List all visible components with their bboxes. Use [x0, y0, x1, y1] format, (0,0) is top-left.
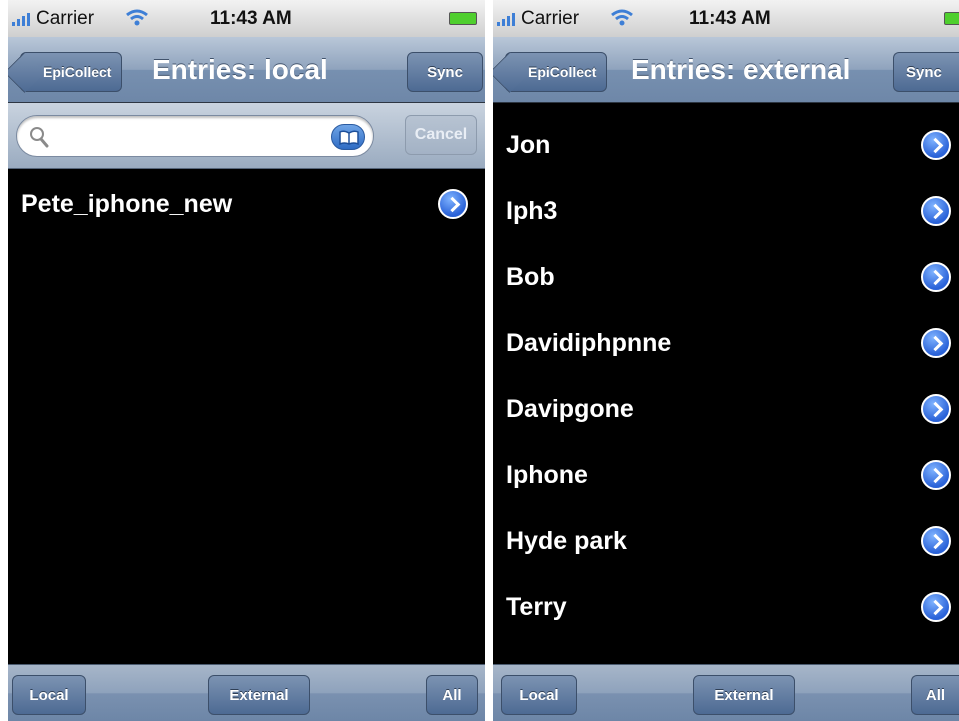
back-button-label: EpiCollect	[528, 64, 597, 80]
status-time: 11:43 AM	[210, 8, 292, 29]
disclosure-arrow-icon[interactable]	[921, 130, 951, 160]
list-item[interactable]: Davidiphpnne	[493, 310, 959, 376]
battery-icon	[944, 12, 959, 25]
battery-icon	[449, 12, 477, 25]
external-button[interactable]: External	[208, 675, 310, 715]
list-item[interactable]: Bob	[493, 244, 959, 310]
status-time: 11:43 AM	[689, 8, 771, 29]
disclosure-arrow-icon[interactable]	[921, 592, 951, 622]
screen-entries-local: Carrier 11:43 AM EpiCollect Entries: loc…	[8, 0, 485, 721]
disclosure-arrow-icon[interactable]	[921, 196, 951, 226]
cancel-button[interactable]: Cancel	[405, 115, 477, 155]
wifi-icon	[611, 9, 633, 26]
bottom-toolbar: Local External All	[8, 664, 485, 721]
carrier-name: Carrier	[36, 8, 95, 29]
search-bar: Cancel	[8, 103, 485, 169]
list-item-label: Davipgone	[506, 394, 634, 423]
list-item[interactable]: Iph3	[493, 178, 959, 244]
list-item[interactable]: Pete_iphone_new	[8, 171, 485, 237]
disclosure-arrow-icon[interactable]	[438, 189, 468, 219]
sync-button[interactable]: Sync	[407, 52, 483, 92]
screen-entries-external: Carrier 11:43 AM EpiCollect Entries: ext…	[493, 0, 959, 721]
search-input[interactable]	[55, 122, 325, 152]
disclosure-arrow-icon[interactable]	[921, 394, 951, 424]
back-button-epicollect[interactable]: EpiCollect	[505, 52, 608, 92]
entry-list: Pete_iphone_new	[8, 171, 485, 237]
back-button-epicollect[interactable]: EpiCollect	[20, 52, 123, 92]
external-button-label: External	[229, 686, 289, 704]
list-item[interactable]: Hyde park	[493, 508, 959, 574]
local-button[interactable]: Local	[501, 675, 577, 715]
sync-button-label: Sync	[427, 63, 463, 81]
list-item-label: Jon	[506, 130, 551, 159]
sync-button[interactable]: Sync	[893, 52, 959, 92]
sync-button-label: Sync	[906, 63, 942, 81]
search-icon	[30, 127, 49, 148]
entry-list: Jon Iph3 Bob Davidiphpnne Davipgone Ipho…	[493, 112, 959, 640]
list-item[interactable]: Iphone	[493, 442, 959, 508]
cancel-button-label: Cancel	[414, 126, 468, 143]
external-button[interactable]: External	[693, 675, 795, 715]
navigation-bar: EpiCollect Entries: local Sync	[8, 37, 485, 103]
list-item-label: Iph3	[506, 196, 558, 225]
page-title: Entries: external	[631, 54, 851, 85]
list-item-label: Hyde park	[506, 526, 627, 555]
list-item-label: Pete_iphone_new	[21, 189, 233, 218]
status-bar: Carrier 11:43 AM	[493, 0, 959, 37]
disclosure-arrow-icon[interactable]	[921, 262, 951, 292]
list-item-label: Bob	[506, 262, 555, 291]
all-button-label: All	[442, 686, 462, 704]
status-bar: Carrier 11:43 AM	[8, 0, 485, 37]
external-button-label: External	[714, 686, 774, 704]
signal-strength-icon	[497, 12, 519, 26]
list-item-label: Davidiphpnne	[506, 328, 672, 357]
signal-strength-icon	[12, 12, 34, 26]
local-button[interactable]: Local	[12, 675, 86, 715]
wifi-icon	[126, 9, 148, 26]
bottom-toolbar: Local External All	[493, 664, 959, 721]
disclosure-arrow-icon[interactable]	[921, 328, 951, 358]
navigation-bar: EpiCollect Entries: external Sync	[493, 37, 959, 103]
disclosure-arrow-icon[interactable]	[921, 460, 951, 490]
page-title: Entries: local	[152, 54, 328, 85]
all-button-label: All	[925, 686, 946, 704]
all-button[interactable]: All	[911, 675, 959, 715]
local-button-label: Local	[29, 686, 69, 704]
list-item[interactable]: Terry	[493, 574, 959, 640]
list-item[interactable]: Davipgone	[493, 376, 959, 442]
search-field[interactable]	[16, 115, 374, 157]
bookmarks-button[interactable]	[331, 124, 365, 150]
list-item[interactable]: Jon	[493, 112, 959, 178]
list-item-label: Terry	[506, 592, 567, 621]
carrier-name: Carrier	[521, 8, 580, 29]
all-button[interactable]: All	[426, 675, 478, 715]
local-button-label: Local	[519, 686, 559, 704]
disclosure-arrow-icon[interactable]	[921, 526, 951, 556]
open-book-icon	[339, 130, 359, 146]
back-button-label: EpiCollect	[43, 64, 112, 80]
list-item-label: Iphone	[506, 460, 588, 489]
